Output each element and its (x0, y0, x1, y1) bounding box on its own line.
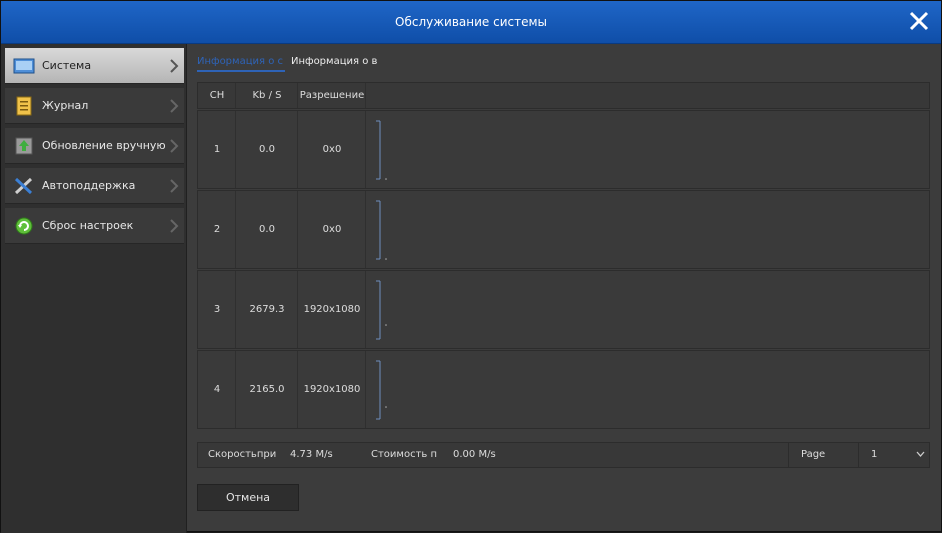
table-row: 4 2165.0 1920x1080 (197, 350, 930, 429)
sidebar-item-factory-reset[interactable]: Сброс настроек (5, 208, 184, 244)
header-ch: CH (209, 90, 225, 101)
sidebar-item-label: Сброс настроек (42, 219, 134, 232)
page-label: Page (801, 449, 826, 460)
speed-value: 4.73 M/s (290, 449, 333, 460)
sidebar-item-label: Журнал (42, 99, 89, 112)
sidebar-item-label: Система (42, 59, 92, 72)
chevron-right-icon (170, 139, 179, 153)
sidebar-item-manual-update[interactable]: Обновление вручную (5, 128, 184, 164)
chevron-right-icon (170, 179, 179, 193)
bitrate-graph (376, 280, 387, 340)
cost-label: Стоимость п (371, 449, 438, 460)
cost-value: 0.00 M/s (453, 449, 496, 460)
cell-ch: 1 (213, 144, 221, 155)
system-maintenance-window: Обслуживание системы Система Журнал Обно… (0, 0, 942, 533)
page-select-value: 1 (871, 449, 878, 460)
sidebar-item-system[interactable]: Система (5, 48, 184, 84)
cell-resolution: 0x0 (322, 224, 342, 235)
chevron-right-icon (170, 59, 179, 73)
cell-resolution: 1920x1080 (303, 384, 361, 395)
sidebar-item-label: Автоподдержка (42, 179, 136, 192)
cell-kbps: 2679.3 (249, 304, 285, 315)
bitrate-graph (376, 360, 387, 420)
bitrate-graph (376, 200, 387, 260)
speed-label: Скоростьпри (208, 449, 277, 460)
chevron-right-icon (170, 99, 179, 113)
close-icon[interactable] (907, 9, 931, 33)
cell-ch: 3 (213, 304, 221, 315)
bitrate-graph (376, 120, 387, 180)
log-icon (16, 96, 32, 116)
reset-icon (15, 217, 33, 235)
cell-kbps: 0.0 (259, 224, 275, 235)
cell-kbps: 0.0 (259, 144, 275, 155)
cell-ch: 2 (213, 224, 221, 235)
main-panel: Информация о с Информация о в CH Kb / S … (187, 44, 941, 533)
chevron-right-icon (170, 219, 179, 233)
cell-kbps: 2165.0 (249, 384, 285, 395)
sidebar-item-auto-maintenance[interactable]: Автоподдержка (5, 168, 184, 204)
header-resolution: Разрешение (299, 90, 365, 101)
table-row: 1 0.0 0x0 (197, 110, 930, 189)
manual-update-icon (15, 137, 33, 155)
table-row: 3 2679.3 1920x1080 (197, 270, 930, 349)
cell-resolution: 0x0 (322, 144, 342, 155)
page-label-box: Page (788, 443, 859, 467)
tab-version-info[interactable]: Информация о в (291, 56, 377, 67)
sidebar-item-log[interactable]: Журнал (5, 88, 184, 124)
window-title: Обслуживание системы (395, 15, 547, 29)
chevron-down-icon (916, 451, 925, 457)
system-icon (13, 58, 35, 74)
sidebar: Система Журнал Обновление вручную Автопо… (1, 44, 187, 533)
sidebar-item-label: Обновление вручную (42, 139, 166, 152)
title-bar: Обслуживание системы (1, 1, 941, 44)
table-header: CH Kb / S Разрешение (197, 82, 930, 109)
cell-resolution: 1920x1080 (303, 304, 361, 315)
cancel-button[interactable]: Отмена (197, 484, 299, 511)
cell-ch: 4 (213, 384, 221, 395)
tab-system-info[interactable]: Информация о с (197, 56, 285, 72)
table-row: 2 0.0 0x0 (197, 190, 930, 269)
header-kbps: Kb / S (252, 90, 282, 101)
status-bar: Скоростьпри 4.73 M/s Стоимость п 0.00 M/… (197, 442, 930, 468)
tools-icon (14, 177, 33, 195)
page-select[interactable]: 1 (858, 443, 931, 467)
